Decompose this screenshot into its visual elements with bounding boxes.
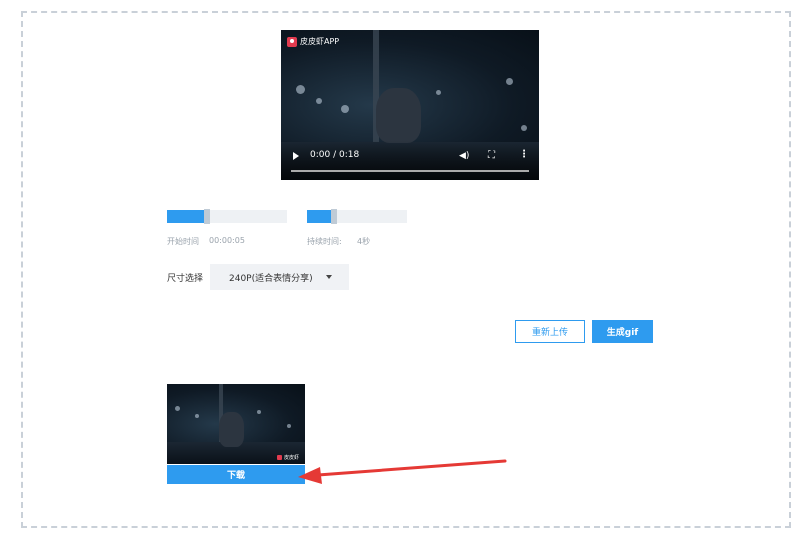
arrow-annotation	[298, 459, 507, 484]
